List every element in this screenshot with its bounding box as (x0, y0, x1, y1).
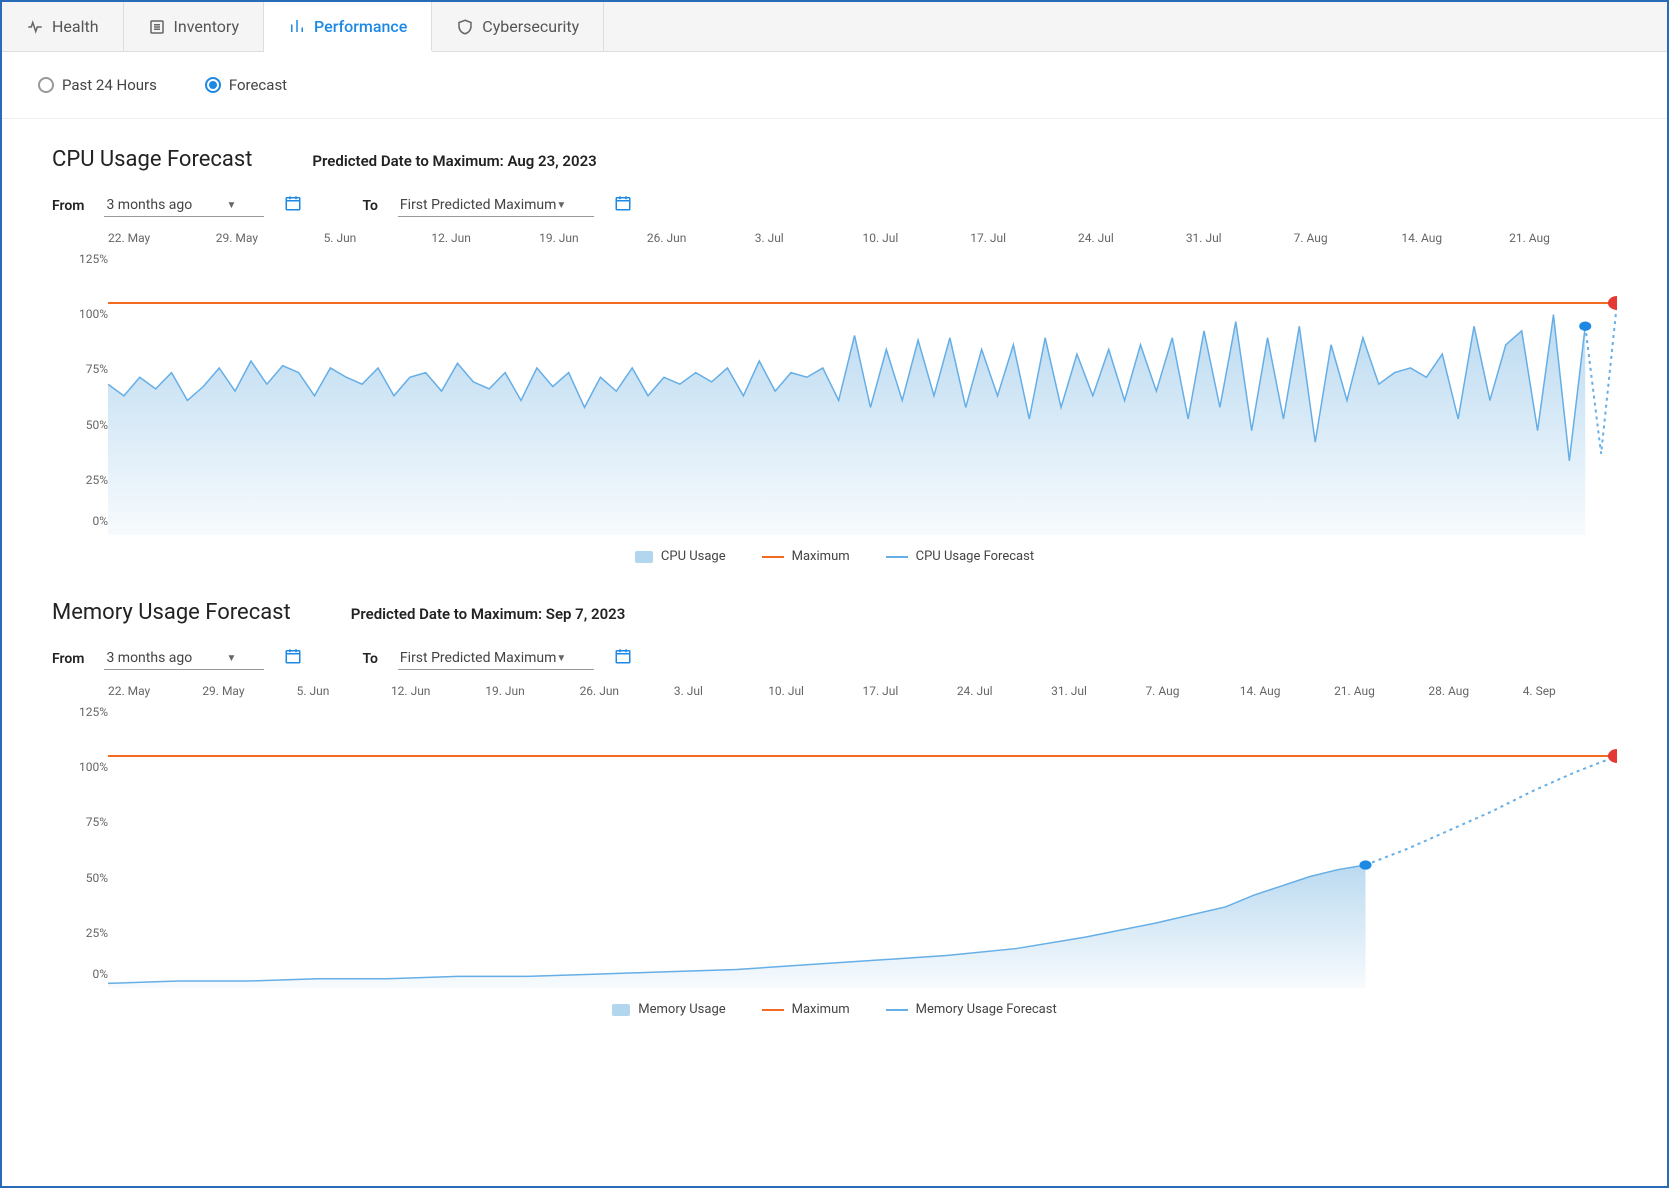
radio-label: Forecast (229, 76, 287, 94)
x-axis-top: 22. May29. May5. Jun12. Jun19. Jun26. Ju… (108, 225, 1617, 245)
from-select[interactable]: 3 months ago ▼ (104, 647, 264, 670)
x-axis-top: 22. May29. May5. Jun12. Jun19. Jun26. Ju… (108, 678, 1617, 698)
to-label: To (362, 651, 377, 667)
swatch-line-icon (886, 556, 908, 558)
calendar-icon[interactable] (614, 647, 632, 670)
to-select[interactable]: First Predicted Maximum ▼ (398, 647, 594, 670)
radio-forecast[interactable]: Forecast (205, 76, 287, 94)
to-label: To (362, 198, 377, 214)
mem-chart: 125%100%75%50%25%0% (108, 698, 1617, 988)
panel-mem: Memory Usage Forecast Predicted Date to … (2, 572, 1667, 1025)
legend: CPU Usage Maximum CPU Usage Forecast (52, 549, 1617, 564)
select-value: First Predicted Maximum (400, 197, 557, 213)
calendar-icon[interactable] (284, 194, 302, 217)
bars-icon (288, 17, 306, 35)
y-axis: 125%100%75%50%25%0% (60, 698, 108, 988)
from-select[interactable]: 3 months ago ▼ (104, 194, 264, 217)
tab-label: Inventory (174, 17, 240, 36)
radio-past24[interactable]: Past 24 Hours (38, 76, 157, 94)
swatch-line-icon (886, 1009, 908, 1011)
swatch-area-icon (612, 1004, 630, 1016)
chevron-down-icon: ▼ (556, 200, 566, 211)
calendar-icon[interactable] (284, 647, 302, 670)
panel-subtitle: Predicted Date to Maximum: Sep 7, 2023 (351, 605, 626, 623)
swatch-area-icon (635, 551, 653, 563)
legend-item: CPU Usage Forecast (886, 549, 1034, 564)
panel-title: Memory Usage Forecast (52, 600, 291, 625)
tab-label: Performance (314, 17, 407, 36)
panel-title: CPU Usage Forecast (52, 147, 252, 172)
chevron-down-icon: ▼ (227, 653, 237, 664)
radio-label: Past 24 Hours (62, 76, 157, 94)
legend: Memory Usage Maximum Memory Usage Foreca… (52, 1002, 1617, 1017)
tab-health[interactable]: Health (2, 2, 124, 51)
tab-inventory[interactable]: Inventory (124, 2, 265, 51)
tab-label: Cybersecurity (482, 17, 579, 36)
legend-item: Maximum (762, 549, 850, 564)
panel-subtitle: Predicted Date to Maximum: Aug 23, 2023 (312, 152, 596, 170)
y-axis: 125%100%75%50%25%0% (60, 245, 108, 535)
tab-cybersecurity[interactable]: Cybersecurity (432, 2, 604, 51)
list-icon (148, 18, 166, 36)
heart-icon (26, 18, 44, 36)
radio-circle-icon (205, 77, 221, 93)
from-label: From (52, 198, 84, 214)
chevron-down-icon: ▼ (227, 200, 237, 211)
cpu-chart: 125%100%75%50%25%0% (108, 245, 1617, 535)
legend-item: Maximum (762, 1002, 850, 1017)
select-value: First Predicted Maximum (400, 650, 557, 666)
legend-item: Memory Usage (612, 1002, 725, 1017)
calendar-icon[interactable] (614, 194, 632, 217)
tab-bar: Health Inventory Performance Cybersecuri… (2, 2, 1667, 52)
time-mode-row: Past 24 Hours Forecast (2, 52, 1667, 119)
tab-performance[interactable]: Performance (264, 2, 432, 52)
chevron-down-icon: ▼ (556, 653, 566, 664)
legend-item: CPU Usage (635, 549, 726, 564)
shield-icon (456, 18, 474, 36)
radio-circle-icon (38, 77, 54, 93)
swatch-line-icon (762, 1009, 784, 1011)
select-value: 3 months ago (106, 197, 192, 213)
swatch-line-icon (762, 556, 784, 558)
cpu-chart-svg (108, 245, 1617, 535)
from-label: From (52, 651, 84, 667)
panel-cpu: CPU Usage Forecast Predicted Date to Max… (2, 119, 1667, 572)
mem-chart-svg (108, 698, 1617, 988)
to-select[interactable]: First Predicted Maximum ▼ (398, 194, 594, 217)
tab-label: Health (52, 17, 99, 36)
select-value: 3 months ago (106, 650, 192, 666)
legend-item: Memory Usage Forecast (886, 1002, 1057, 1017)
